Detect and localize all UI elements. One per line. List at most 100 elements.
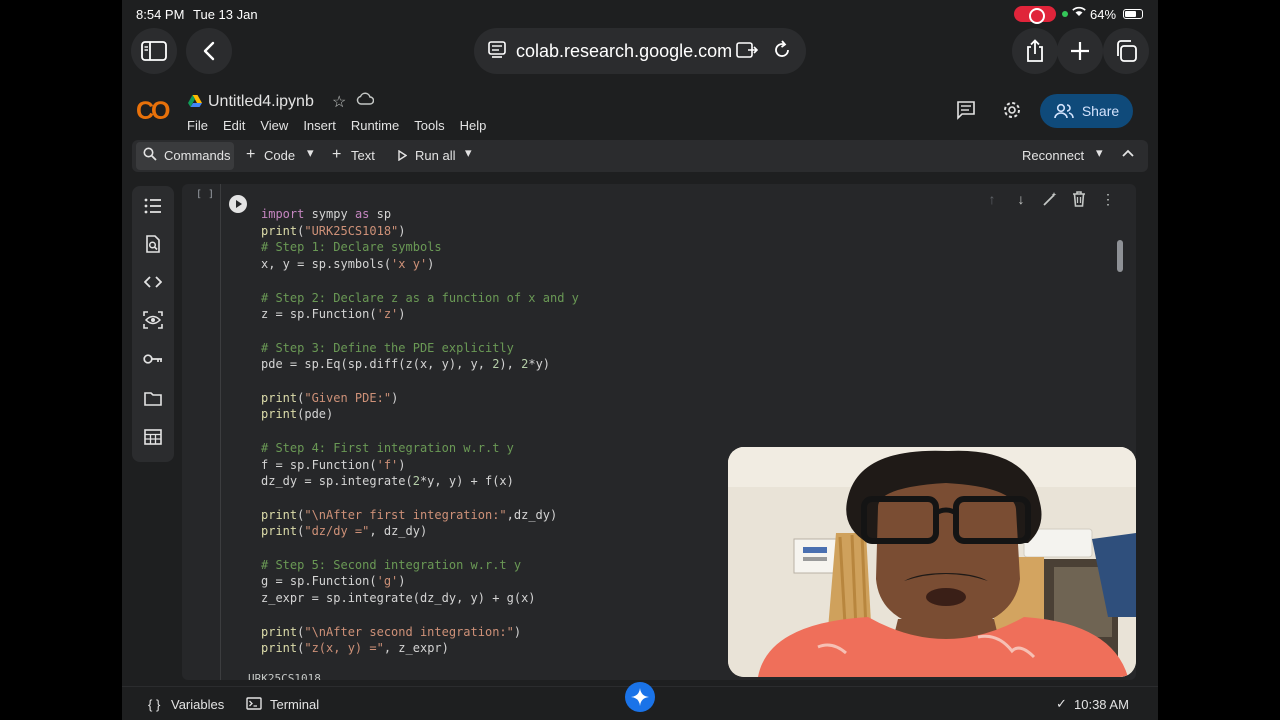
settings-gear-icon[interactable] (1002, 100, 1022, 120)
screen-record-icon (1014, 6, 1056, 24)
share-button[interactable]: Share (1040, 94, 1133, 128)
code-line-19: print("\nAfter first integration:",dz_dy… (261, 507, 558, 522)
add-text-button[interactable]: Text (351, 148, 375, 163)
sidebar-icon (141, 41, 167, 61)
cell-divider (220, 184, 221, 680)
reconnect-button[interactable]: Reconnect (1022, 148, 1084, 163)
people-icon (1054, 103, 1074, 119)
webcam-video-overlay[interactable] (728, 447, 1136, 677)
find-replace-icon[interactable] (143, 234, 163, 254)
cell-toolbar: ↑ ↓ ⋮ (982, 191, 1122, 211)
code-line-7: z = sp.Function('z') (261, 307, 406, 322)
data-table-icon[interactable] (143, 427, 163, 447)
execution-count: [ ] (196, 189, 215, 200)
chevron-left-icon (203, 41, 215, 61)
code-line-3: # Step 1: Declare symbols (261, 240, 442, 255)
checkmark-icon: ✓ (1056, 696, 1067, 711)
delete-cell-icon[interactable] (1069, 191, 1089, 211)
notebook-toolbar: Commands + Code ▾ + Text Run all ▾ Recon… (132, 140, 1148, 172)
status-date: Tue 13 Jan (193, 7, 258, 22)
code-line-23: g = sp.Function('g') (261, 574, 406, 589)
code-line-4: x, y = sp.symbols('x y') (261, 257, 435, 272)
run-icon (398, 149, 408, 164)
tab-share-icon[interactable] (736, 40, 758, 60)
menu-view[interactable]: View (260, 118, 288, 133)
collapse-header-icon[interactable] (1122, 145, 1134, 160)
reload-icon[interactable] (772, 40, 792, 60)
address-bar[interactable]: colab.research.google.com (474, 28, 806, 74)
share-icon (1027, 39, 1043, 62)
drive-icon (188, 95, 202, 107)
battery-icon (1123, 9, 1143, 19)
back-button[interactable] (186, 28, 232, 74)
code-line-24: z_expr = sp.integrate(dz_dy, y) + g(x) (261, 591, 536, 606)
battery-percent: 64% (1090, 7, 1117, 22)
notebook-title[interactable]: Untitled4.ipynb (208, 93, 314, 111)
run-all-dropdown-icon[interactable]: ▾ (465, 145, 472, 161)
ipad-screen: 8:54 PM Tue 13 Jan 64% colab.research.go… (122, 0, 1158, 720)
page-menu-icon[interactable] (487, 40, 507, 60)
new-tab-button[interactable] (1057, 28, 1103, 74)
code-line-27: print("z(x, y) =", z_expr) (261, 641, 449, 656)
sparkle-icon (631, 688, 649, 706)
code-line-20: print("dz/dy =", dz_dy) (261, 524, 428, 539)
more-options-icon[interactable]: ⋮ (1098, 191, 1118, 211)
code-dropdown-icon[interactable]: ▾ (307, 145, 314, 161)
code-line-2: print("URK25CS1018") (261, 223, 406, 238)
camera-indicator-icon (1062, 11, 1068, 17)
share-sheet-button[interactable] (1012, 28, 1058, 74)
menu-runtime[interactable]: Runtime (351, 118, 399, 133)
add-code-plus-icon: + (246, 146, 256, 163)
execution-time: 10:38 AM (1074, 697, 1129, 712)
comment-icon[interactable] (956, 100, 976, 120)
files-folder-icon[interactable] (143, 388, 163, 408)
status-bar: 8:54 PM Tue 13 Jan 64% (122, 0, 1158, 28)
code-line-17: dz_dy = sp.integrate(2*y, y) + f(x) (261, 474, 514, 489)
add-code-button[interactable]: Code (264, 148, 295, 163)
code-editor[interactable]: import sympy as sp print("URK25CS1018") # … (261, 206, 579, 657)
cell-output-peek: URK25CS1018 (248, 672, 321, 680)
gemini-sparkle-button[interactable] (625, 682, 655, 712)
code-line-13: print(pde) (261, 407, 334, 422)
code-line-15: # Step 4: First integration w.r.t y (261, 440, 514, 455)
side-rail (132, 186, 174, 462)
code-line-26: print("\nAfter second integration:") (261, 624, 522, 639)
menu-file[interactable]: File (187, 118, 208, 133)
menu-bar: File Edit View Insert Runtime Tools Help (187, 118, 501, 133)
url-text: colab.research.google.com (516, 41, 733, 61)
menu-edit[interactable]: Edit (223, 118, 245, 133)
cloud-icon[interactable] (356, 92, 375, 108)
run-all-button[interactable]: Run all (415, 148, 455, 163)
secrets-key-icon[interactable] (143, 349, 163, 369)
terminal-icon (246, 697, 262, 713)
code-line-22: # Step 5: Second integration w.r.t y (261, 557, 522, 572)
colab-logo[interactable]: CO (136, 97, 170, 126)
menu-tools[interactable]: Tools (414, 118, 444, 133)
cell-scrollbar[interactable] (1117, 240, 1123, 272)
edit-magic-icon[interactable] (1040, 191, 1060, 211)
code-line-6: # Step 2: Declare z as a function of x a… (261, 290, 579, 305)
sidebar-toggle-button[interactable] (131, 28, 177, 74)
code-line-10: pde = sp.Eq(sp.diff(z(x, y), y, 2), 2*y) (261, 357, 551, 372)
tabs-icon (1117, 40, 1137, 62)
menu-insert[interactable]: Insert (303, 118, 336, 133)
runtime-dropdown-icon[interactable]: ▾ (1096, 145, 1103, 161)
status-time: 8:54 PM (136, 7, 185, 22)
move-down-icon[interactable]: ↓ (1011, 191, 1031, 211)
star-icon[interactable]: ☆ (332, 92, 346, 112)
menu-help[interactable]: Help (460, 118, 487, 133)
terminal-button[interactable]: Terminal (270, 697, 319, 712)
wifi-icon (1072, 6, 1086, 20)
tabs-overview-button[interactable] (1103, 28, 1149, 74)
code-snippets-icon[interactable] (143, 272, 163, 292)
variable-inspector-icon[interactable] (143, 310, 163, 330)
table-of-contents-icon[interactable] (143, 196, 163, 216)
variables-button[interactable]: Variables (171, 697, 224, 712)
run-cell-button[interactable] (229, 195, 247, 213)
move-up-icon[interactable]: ↑ (982, 191, 1002, 211)
